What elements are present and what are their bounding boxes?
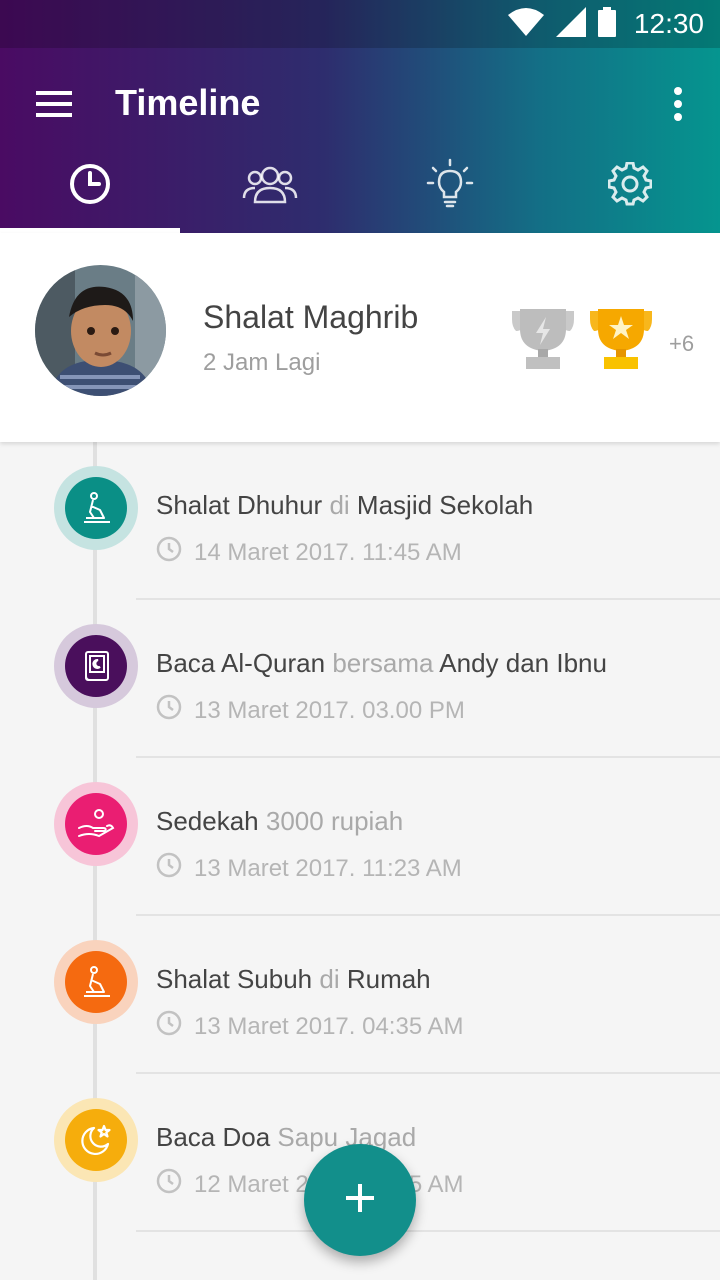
activity-time: 14 Maret 2017. 11:45 AM xyxy=(156,536,462,569)
prayer-icon xyxy=(65,477,127,539)
clock-icon xyxy=(156,852,182,885)
activity-connector xyxy=(259,806,266,836)
timeline-item[interactable]: Sedekah 3000 rupiah 13 Maret 2017. 11:23… xyxy=(0,758,720,916)
activity-time: 13 Maret 2017. 04:35 AM xyxy=(156,1010,464,1043)
activity-title: Shalat Dhuhur di Masjid Sekolah xyxy=(156,490,533,521)
activity-connector: di xyxy=(312,964,347,994)
quran-book-icon xyxy=(65,635,127,697)
battery-icon xyxy=(597,6,616,42)
app-bar: 12:30 Timeline xyxy=(0,0,720,233)
activity-name: Sedekah xyxy=(156,806,259,836)
page-title: Timeline xyxy=(115,82,261,123)
timeline-item[interactable]: Shalat Subuh di Rumah 13 Maret 2017. 04:… xyxy=(0,916,720,1074)
activity-detail: 3000 rupiah xyxy=(265,806,404,836)
activity-icon-ring xyxy=(54,466,138,550)
moon-star-icon xyxy=(65,1109,127,1171)
activity-timestamp: 13 Maret 2017. 03.00 PM xyxy=(194,696,465,724)
tab-bar xyxy=(0,140,720,233)
activity-detail: Andy dan Ibnu xyxy=(439,648,607,678)
gold-trophy-icon[interactable] xyxy=(588,307,654,371)
prayer-icon xyxy=(65,951,127,1013)
clock-icon xyxy=(156,1168,182,1201)
activity-time: 13 Maret 2017. 11:23 AM xyxy=(156,852,462,885)
activity-name: Shalat Subuh xyxy=(156,964,313,994)
more-vert-icon[interactable] xyxy=(658,78,698,130)
more-trophies-count[interactable]: +6 xyxy=(669,331,694,357)
plus-icon xyxy=(344,1182,376,1219)
activity-timestamp: 13 Maret 2017. 11:23 AM xyxy=(194,854,462,882)
activity-timestamp: 14 Maret 2017. 11:45 AM xyxy=(194,538,462,566)
status-bar: 12:30 xyxy=(0,0,720,48)
timeline-item[interactable]: Shalat Dhuhur di Masjid Sekolah 14 Maret… xyxy=(0,442,720,600)
upcoming-card[interactable]: Shalat Maghrib 2 Jam Lagi +6 xyxy=(0,233,720,442)
wifi-icon xyxy=(507,7,544,42)
activity-name: Baca Doa xyxy=(156,1122,271,1152)
clock-icon xyxy=(68,162,112,211)
activity-title: Shalat Subuh di Rumah xyxy=(156,964,431,995)
divider xyxy=(136,1230,720,1232)
group-icon xyxy=(241,162,299,211)
add-activity-button[interactable] xyxy=(304,1144,416,1256)
activity-name: Shalat Dhuhur xyxy=(156,490,323,520)
activity-detail: Rumah xyxy=(346,964,431,994)
upcoming-countdown: 2 Jam Lagi xyxy=(203,349,321,376)
activity-icon-ring xyxy=(54,782,138,866)
activity-connector: di xyxy=(322,490,357,520)
signal-icon xyxy=(555,6,586,42)
activity-title: Baca Al-Quran bersama Andy dan Ibnu xyxy=(156,648,607,679)
charity-hand-icon xyxy=(65,793,127,855)
activity-icon-ring xyxy=(54,940,138,1024)
activity-name: Baca Al-Quran xyxy=(156,648,326,678)
avatar[interactable] xyxy=(35,265,166,396)
clock-icon xyxy=(156,536,182,569)
activity-icon-ring xyxy=(54,1098,138,1182)
activity-time: 13 Maret 2017. 03.00 PM xyxy=(156,694,465,727)
upcoming-title: Shalat Maghrib xyxy=(203,299,419,335)
tab-settings[interactable] xyxy=(540,140,720,233)
activity-title: Sedekah 3000 rupiah xyxy=(156,806,403,837)
clock-icon xyxy=(156,694,182,727)
tab-ideas[interactable] xyxy=(360,140,540,233)
status-time: 12:30 xyxy=(633,8,704,39)
tab-friends[interactable] xyxy=(180,140,360,233)
silver-trophy-icon[interactable] xyxy=(510,307,576,371)
gear-icon xyxy=(607,161,653,211)
timeline-item[interactable]: Baca Al-Quran bersama Andy dan Ibnu 13 M… xyxy=(0,600,720,758)
tab-timeline[interactable] xyxy=(0,140,180,233)
activity-timestamp: 13 Maret 2017. 04:35 AM xyxy=(194,1012,464,1040)
activity-detail: Masjid Sekolah xyxy=(356,490,534,520)
activity-icon-ring xyxy=(54,624,138,708)
clock-icon xyxy=(156,1010,182,1043)
lightbulb-icon xyxy=(425,158,475,215)
hamburger-menu-icon[interactable] xyxy=(26,80,82,128)
activity-connector: bersama xyxy=(325,648,440,678)
